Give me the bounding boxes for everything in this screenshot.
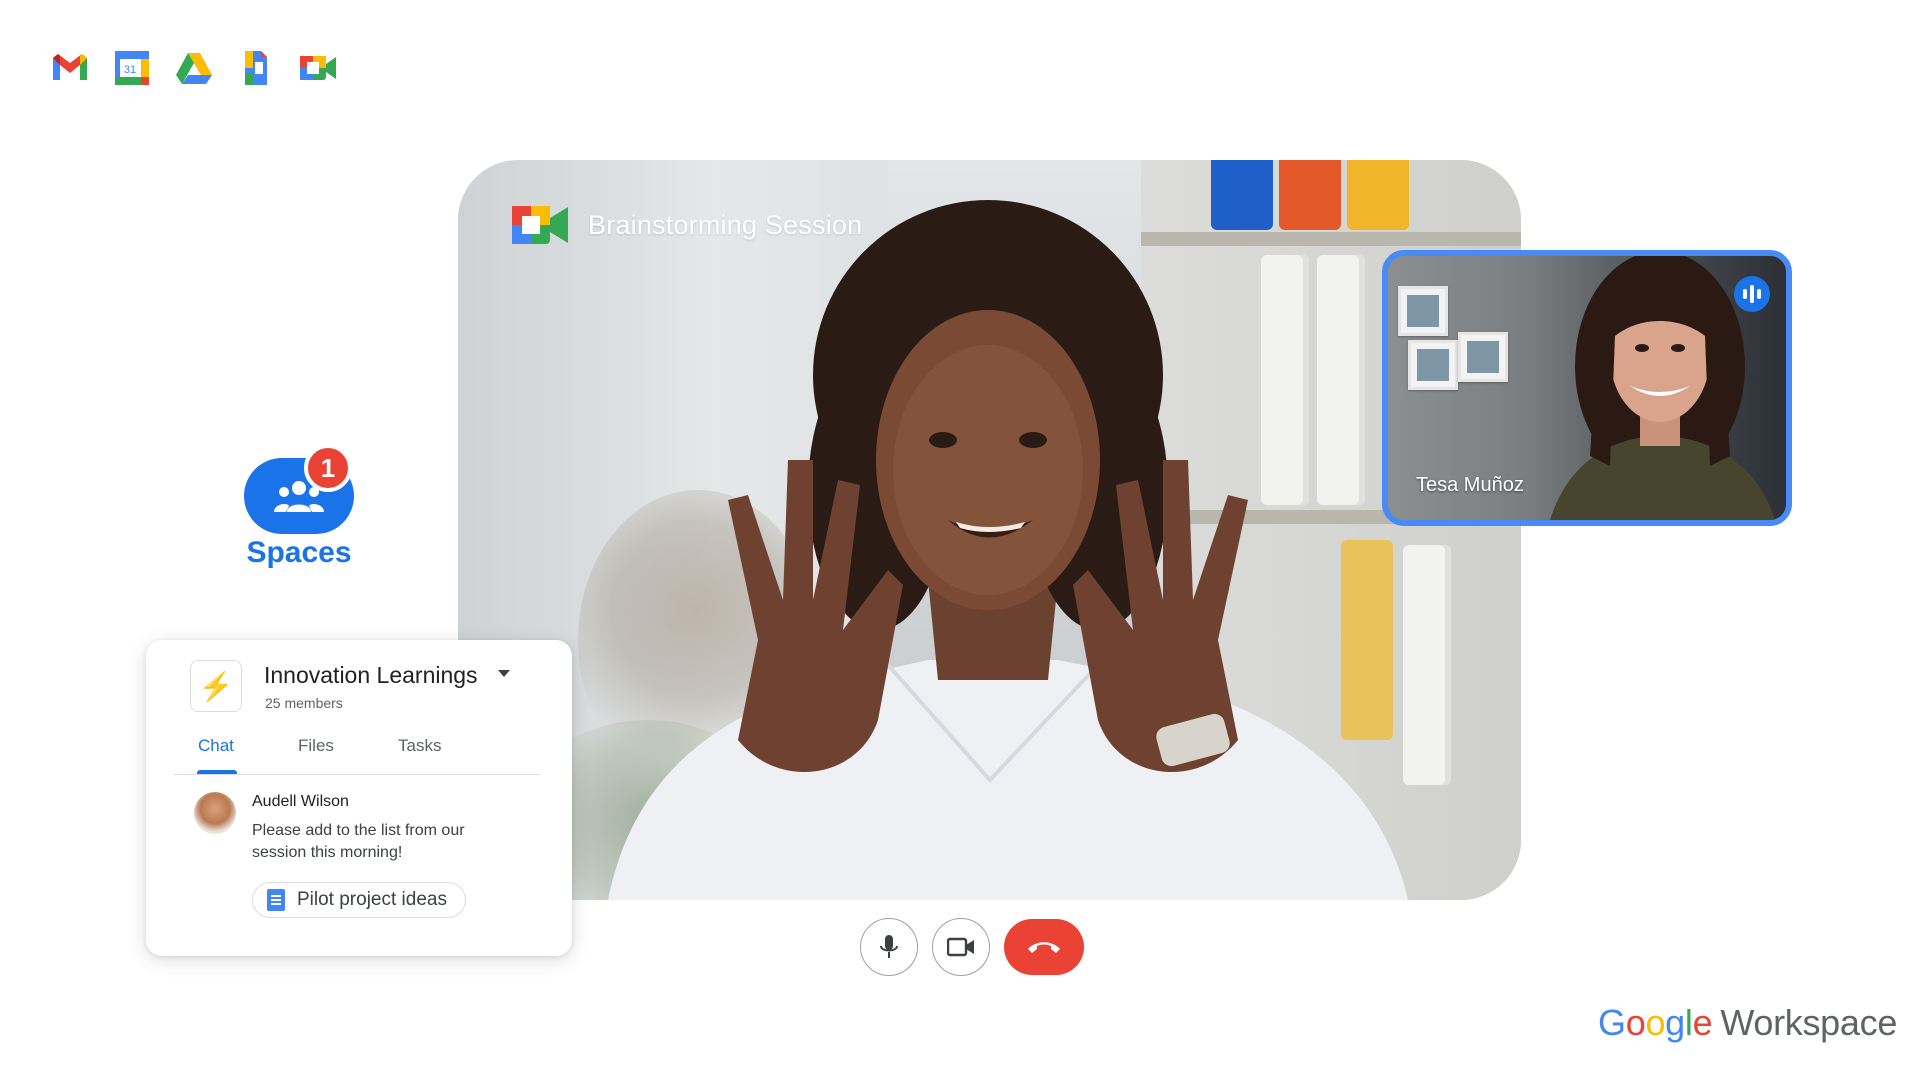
end-call-icon: [1028, 942, 1060, 953]
mic-icon: [880, 935, 898, 958]
tab-chat[interactable]: Chat: [198, 736, 234, 756]
brand-letter: g: [1665, 1002, 1685, 1043]
workspace-wordmark: Workspace: [1720, 1002, 1898, 1043]
drive-icon[interactable]: [174, 48, 214, 88]
tab-tasks[interactable]: Tasks: [398, 736, 441, 756]
notification-badge: 1: [304, 444, 352, 492]
space-name[interactable]: Innovation Learnings: [264, 662, 478, 689]
google-wordmark: G o o g l e: [1598, 1002, 1713, 1044]
mic-button[interactable]: [860, 918, 918, 976]
speaker-video: [608, 200, 1408, 900]
space-tabs: Chat Files Tasks: [174, 736, 540, 775]
meeting-title: Brainstorming Session: [588, 209, 863, 240]
brand-letter: o: [1625, 1002, 1646, 1043]
tab-files[interactable]: Files: [298, 736, 334, 756]
google-workspace-logo: G o o g l e Workspace: [1598, 1002, 1897, 1044]
member-count: 25 members: [265, 695, 343, 711]
avatar[interactable]: [194, 792, 236, 834]
space-chat-card: ⚡ Innovation Learnings 25 members Chat F…: [146, 640, 572, 956]
calendar-day: 31: [124, 64, 136, 76]
brand-letter: l: [1684, 1002, 1693, 1043]
app-icons-row: 31: [50, 48, 338, 88]
docs-icon[interactable]: [236, 48, 276, 88]
brand-letter: o: [1645, 1002, 1666, 1043]
participant-name: Tesa Muñoz: [1416, 474, 1524, 496]
lightning-icon: ⚡: [190, 660, 242, 712]
speaking-indicator-icon: [1734, 276, 1770, 312]
participant-tile[interactable]: Tesa Muñoz: [1382, 250, 1792, 526]
calendar-icon[interactable]: 31: [112, 48, 152, 88]
meet-logo-icon: [512, 206, 568, 244]
camera-icon: [947, 937, 974, 957]
meet-icon[interactable]: [298, 48, 338, 88]
attachment-chip[interactable]: Pilot project ideas: [252, 882, 466, 918]
spaces-label: Spaces: [246, 536, 352, 569]
gmail-icon[interactable]: [50, 48, 90, 88]
message-sender: Audell Wilson: [252, 793, 349, 810]
chevron-down-icon[interactable]: [498, 670, 510, 677]
end-call-button[interactable]: [1004, 919, 1084, 975]
active-tab-indicator: [197, 770, 237, 774]
message-text: Please add to the list from our session …: [252, 822, 465, 861]
main-video-tile: Brainstorming Session: [458, 160, 1521, 900]
attachment-name: Pilot project ideas: [297, 889, 447, 910]
docs-file-icon: [267, 889, 285, 911]
meeting-header: Brainstorming Session: [510, 200, 862, 250]
camera-button[interactable]: [932, 918, 990, 976]
brand-letter: e: [1692, 1002, 1713, 1043]
call-controls: [860, 918, 1084, 976]
brand-letter: G: [1598, 1002, 1626, 1043]
